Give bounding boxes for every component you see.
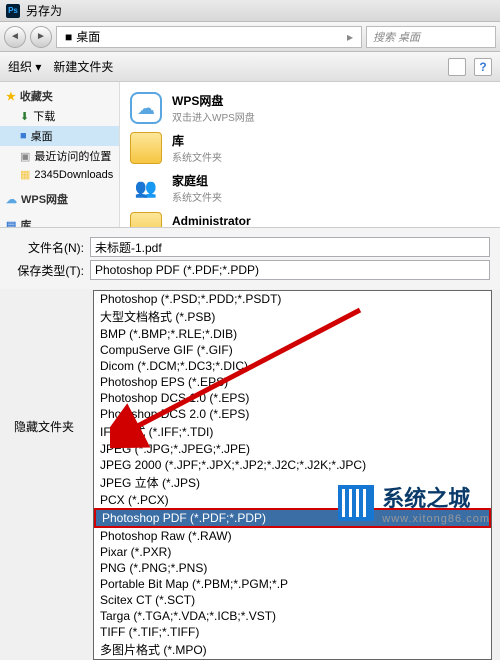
watermark-sub: www.xitong86.com: [382, 513, 490, 525]
dropdown-option[interactable]: 多图片格式 (*.MPO): [94, 640, 491, 659]
type-label: 保存类型(T):: [10, 262, 84, 279]
app-icon: Ps: [6, 4, 20, 18]
filetype-dropdown[interactable]: Photoshop (*.PSD;*.PDD;*.PSDT)大型文档格式 (*.…: [93, 290, 492, 660]
view-button[interactable]: [448, 58, 466, 76]
star-icon: ★: [6, 90, 16, 103]
folder-icon: [130, 132, 162, 164]
dropdown-option[interactable]: Photoshop DCS 2.0 (*.EPS): [94, 406, 491, 422]
dropdown-option[interactable]: Photoshop DCS 1.0 (*.EPS): [94, 390, 491, 406]
location-path[interactable]: ■ 桌面 ▸: [56, 26, 362, 48]
desktop-icon: ■: [65, 30, 72, 44]
watermark: 系统之城 www.xitong86.com: [338, 481, 490, 525]
sidebar-item-desktop[interactable]: ■桌面: [0, 126, 119, 146]
sidebar-item-downloads[interactable]: ⬇下载: [0, 106, 119, 126]
cloud-icon: ☁: [6, 193, 17, 206]
dropdown-option[interactable]: CompuServe GIF (*.GIF): [94, 342, 491, 358]
dropdown-option[interactable]: 大型文档格式 (*.PSB): [94, 307, 491, 326]
dropdown-option[interactable]: Photoshop Raw (*.RAW): [94, 528, 491, 544]
dropdown-option[interactable]: TIFF (*.TIF;*.TIFF): [94, 624, 491, 640]
dropdown-option[interactable]: JPEG 2000 (*.JPF;*.JPX;*.JP2;*.J2C;*.J2K…: [94, 457, 491, 473]
search-input[interactable]: 搜索 桌面: [366, 26, 496, 48]
item-wps[interactable]: ☁ WPS网盘双击进入WPS网盘: [130, 88, 490, 128]
main-area: ★收藏夹 ⬇下载 ■桌面 ▣最近访问的位置 ▦2345Downloads ☁WP…: [0, 82, 500, 227]
content-pane: ☁ WPS网盘双击进入WPS网盘 库系统文件夹 👥 家庭组系统文件夹 Admin…: [120, 82, 500, 227]
dropdown-option[interactable]: IFF 格式 (*.IFF;*.TDI): [94, 422, 491, 441]
titlebar: Ps 另存为: [0, 0, 500, 22]
back-button[interactable]: ◄: [4, 26, 26, 48]
item-admin[interactable]: Administrator系统文件夹: [130, 208, 490, 227]
watermark-icon: [338, 485, 374, 521]
dropdown-option[interactable]: JPEG (*.JPG;*.JPEG;*.JPE): [94, 441, 491, 457]
dropdown-option[interactable]: Pixar (*.PXR): [94, 544, 491, 560]
item-homegroup[interactable]: 👥 家庭组系统文件夹: [130, 168, 490, 208]
homegroup-icon: 👥: [130, 172, 162, 204]
fields-area: 文件名(N): 保存类型(T):: [0, 227, 500, 289]
dropdown-option[interactable]: Photoshop (*.PSD;*.PDD;*.PSDT): [94, 291, 491, 307]
hide-folders-link[interactable]: 隐藏文件夹: [14, 418, 74, 435]
item-library[interactable]: 库系统文件夹: [130, 128, 490, 168]
sidebar: ★收藏夹 ⬇下载 ■桌面 ▣最近访问的位置 ▦2345Downloads ☁WP…: [0, 82, 120, 227]
sidebar-item-2345[interactable]: ▦2345Downloads: [0, 166, 119, 183]
admin-icon: [130, 212, 162, 227]
watermark-title: 系统之城: [382, 481, 490, 513]
organize-button[interactable]: 组织 ▾: [8, 58, 41, 75]
forward-button[interactable]: ►: [30, 26, 52, 48]
location-label: 桌面: [76, 28, 100, 45]
dropdown-option[interactable]: PNG (*.PNG;*.PNS): [94, 560, 491, 576]
new-folder-button[interactable]: 新建文件夹: [53, 58, 113, 75]
libraries-group[interactable]: ▤库: [0, 215, 119, 227]
cloud-big-icon: ☁: [130, 92, 162, 124]
dropdown-option[interactable]: Portable Bit Map (*.PBM;*.PGM;*.P: [94, 576, 491, 592]
filename-label: 文件名(N):: [10, 239, 84, 256]
sidebar-item-recent[interactable]: ▣最近访问的位置: [0, 146, 119, 166]
window-title: 另存为: [26, 2, 62, 19]
toolbar: 组织 ▾ 新建文件夹 ?: [0, 52, 500, 82]
dropdown-option[interactable]: BMP (*.BMP;*.RLE;*.DIB): [94, 326, 491, 342]
help-button[interactable]: ?: [474, 58, 492, 76]
dropdown-option[interactable]: Photoshop EPS (*.EPS): [94, 374, 491, 390]
dropdown-option[interactable]: Targa (*.TGA;*.VDA;*.ICB;*.VST): [94, 608, 491, 624]
favorites-group[interactable]: ★收藏夹: [0, 86, 119, 106]
type-combobox[interactable]: [90, 260, 490, 280]
wps-group[interactable]: ☁WPS网盘: [0, 189, 119, 209]
dropdown-option[interactable]: Scitex CT (*.SCT): [94, 592, 491, 608]
nav-bar: ◄ ► ■ 桌面 ▸ 搜索 桌面: [0, 22, 500, 52]
dropdown-option[interactable]: Dicom (*.DCM;*.DC3;*.DIC): [94, 358, 491, 374]
filename-input[interactable]: [90, 237, 490, 257]
